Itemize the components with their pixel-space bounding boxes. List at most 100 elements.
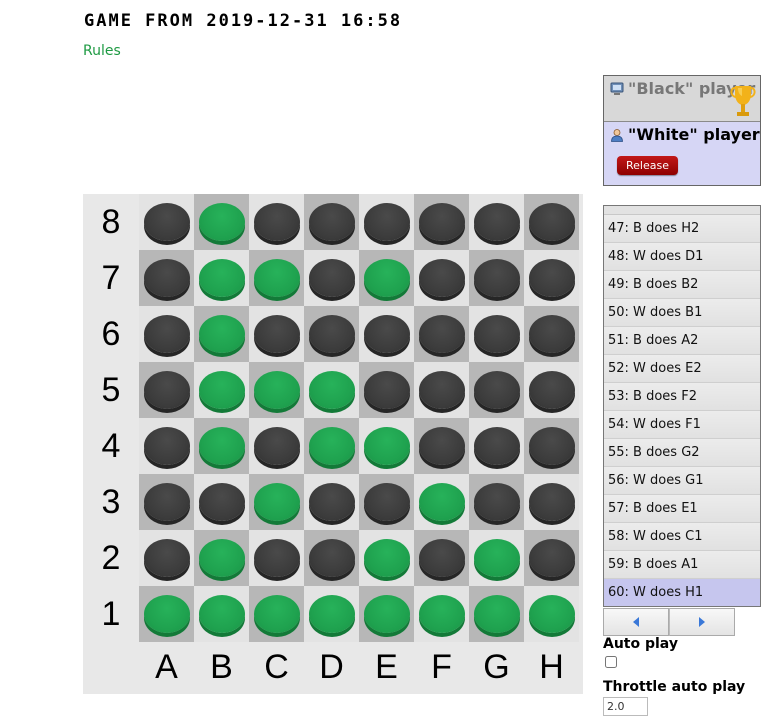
black-disc: [528, 315, 575, 353]
board-square-d2[interactable]: [304, 530, 359, 586]
board-square-e4[interactable]: [359, 418, 414, 474]
board-square-a4[interactable]: [139, 418, 194, 474]
board-square-g7[interactable]: [469, 250, 524, 306]
move-list-item[interactable]: 49: B does B2: [604, 271, 760, 299]
board-square-c5[interactable]: [249, 362, 304, 418]
board-square-b6[interactable]: [194, 306, 249, 362]
move-list-item[interactable]: 57: B does E1: [604, 495, 760, 523]
board-square-e5[interactable]: [359, 362, 414, 418]
trophy-icon: [730, 86, 756, 116]
move-list-item[interactable]: 60: W does H1: [604, 579, 760, 606]
green-disc: [253, 595, 300, 633]
board-square-b1[interactable]: [194, 586, 249, 642]
black-disc: [363, 371, 410, 409]
move-list-item[interactable]: 53: B does F2: [604, 383, 760, 411]
rank-label: 6: [101, 314, 121, 353]
board-square-g4[interactable]: [469, 418, 524, 474]
board-square-b3[interactable]: [194, 474, 249, 530]
rules-link[interactable]: Rules: [83, 43, 121, 59]
board-square-d1[interactable]: [304, 586, 359, 642]
black-disc: [143, 203, 190, 241]
move-list-item[interactable]: 56: W does G1: [604, 467, 760, 495]
move-list-item[interactable]: 54: W does F1: [604, 411, 760, 439]
board-square-c1[interactable]: [249, 586, 304, 642]
move-list-item[interactable]: 47: B does H2: [604, 215, 760, 243]
board-square-g8[interactable]: [469, 194, 524, 250]
board-square-f5[interactable]: [414, 362, 469, 418]
board-square-b7[interactable]: [194, 250, 249, 306]
board-square-h4[interactable]: [524, 418, 579, 474]
board-square-g6[interactable]: [469, 306, 524, 362]
board-square-d8[interactable]: [304, 194, 359, 250]
board-square-f1[interactable]: [414, 586, 469, 642]
board-square-e8[interactable]: [359, 194, 414, 250]
board-square-c4[interactable]: [249, 418, 304, 474]
board-square-e2[interactable]: [359, 530, 414, 586]
move-list-item[interactable]: 58: W does C1: [604, 523, 760, 551]
board-square-g2[interactable]: [469, 530, 524, 586]
board-square-a2[interactable]: [139, 530, 194, 586]
next-move-button[interactable]: [669, 608, 735, 636]
release-button[interactable]: Release: [617, 156, 678, 175]
auto-play-checkbox[interactable]: [605, 656, 617, 668]
board-square-d6[interactable]: [304, 306, 359, 362]
green-disc: [363, 259, 410, 297]
board-square-a1[interactable]: [139, 586, 194, 642]
green-disc: [528, 595, 575, 633]
board-square-h6[interactable]: [524, 306, 579, 362]
board-square-d7[interactable]: [304, 250, 359, 306]
board-square-a5[interactable]: [139, 362, 194, 418]
board-square-d3[interactable]: [304, 474, 359, 530]
board-square-c3[interactable]: [249, 474, 304, 530]
board-square-a7[interactable]: [139, 250, 194, 306]
board-square-c2[interactable]: [249, 530, 304, 586]
board-square-b2[interactable]: [194, 530, 249, 586]
board-square-h5[interactable]: [524, 362, 579, 418]
board-square-c8[interactable]: [249, 194, 304, 250]
board-square-d5[interactable]: [304, 362, 359, 418]
green-disc: [198, 427, 245, 465]
board-square-b4[interactable]: [194, 418, 249, 474]
board-square-h8[interactable]: [524, 194, 579, 250]
board-square-g3[interactable]: [469, 474, 524, 530]
black-disc: [473, 259, 520, 297]
board-square-e7[interactable]: [359, 250, 414, 306]
board-square-b8[interactable]: [194, 194, 249, 250]
board-square-g5[interactable]: [469, 362, 524, 418]
board-square-c7[interactable]: [249, 250, 304, 306]
board-square-d4[interactable]: [304, 418, 359, 474]
board-square-b5[interactable]: [194, 362, 249, 418]
board-square-f8[interactable]: [414, 194, 469, 250]
board-square-a8[interactable]: [139, 194, 194, 250]
board-square-a6[interactable]: [139, 306, 194, 362]
black-disc: [143, 371, 190, 409]
move-list-item[interactable]: 52: W does E2: [604, 355, 760, 383]
black-disc: [253, 427, 300, 465]
board-square-e3[interactable]: [359, 474, 414, 530]
move-list-item[interactable]: 48: W does D1: [604, 243, 760, 271]
board-square-h1[interactable]: [524, 586, 579, 642]
file-label: D: [319, 647, 344, 686]
board-square-f4[interactable]: [414, 418, 469, 474]
board-square-f2[interactable]: [414, 530, 469, 586]
board-square-e6[interactable]: [359, 306, 414, 362]
move-list-item[interactable]: 55: B does G2: [604, 439, 760, 467]
move-list[interactable]: 47: B does H2 48: W does D1 49: B does B2 5…: [603, 205, 761, 607]
board-square-h7[interactable]: [524, 250, 579, 306]
board-square-h3[interactable]: [524, 474, 579, 530]
move-list-item[interactable]: 51: B does A2: [604, 327, 760, 355]
previous-move-button[interactable]: [603, 608, 669, 636]
move-list-item[interactable]: 50: W does B1: [604, 299, 760, 327]
board-square-h2[interactable]: [524, 530, 579, 586]
black-disc: [418, 203, 465, 241]
board-square-c6[interactable]: [249, 306, 304, 362]
rank-label: 4: [101, 426, 121, 465]
board-square-f6[interactable]: [414, 306, 469, 362]
move-list-item[interactable]: 59: B does A1: [604, 551, 760, 579]
throttle-input[interactable]: [603, 697, 648, 716]
board-square-g1[interactable]: [469, 586, 524, 642]
board-square-a3[interactable]: [139, 474, 194, 530]
board-square-e1[interactable]: [359, 586, 414, 642]
board-square-f3[interactable]: [414, 474, 469, 530]
board-square-f7[interactable]: [414, 250, 469, 306]
